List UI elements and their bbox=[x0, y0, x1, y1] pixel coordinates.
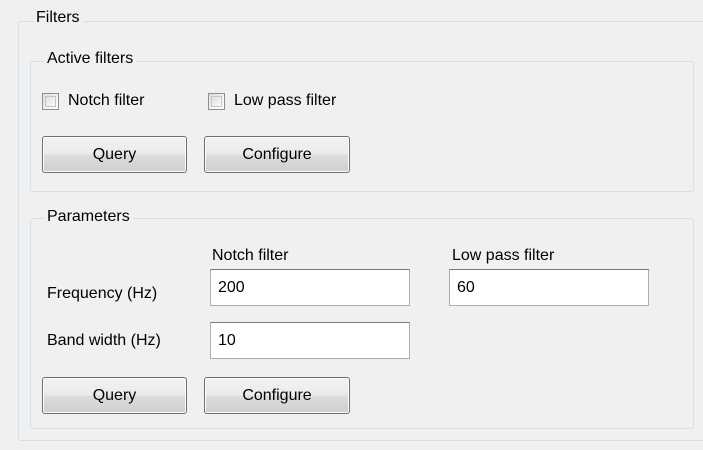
active-filters-groupbox-title: Active filters bbox=[44, 50, 137, 68]
notch-filter-checkbox-label: Notch filter bbox=[68, 92, 145, 109]
bandwidth-label: Band width (Hz) bbox=[47, 332, 161, 349]
active-filters-configure-button[interactable]: Configure bbox=[204, 136, 350, 173]
checkbox-icon[interactable] bbox=[42, 92, 59, 110]
frequency-label: Frequency (Hz) bbox=[47, 285, 158, 302]
parameters-configure-button[interactable]: Configure bbox=[204, 377, 350, 414]
low-pass-frequency-input[interactable] bbox=[449, 269, 649, 306]
notch-filter-column-header: Notch filter bbox=[212, 247, 289, 264]
notch-frequency-input[interactable] bbox=[210, 269, 410, 306]
low-pass-filter-checkbox-label: Low pass filter bbox=[234, 92, 337, 109]
low-pass-filter-column-header: Low pass filter bbox=[452, 247, 555, 264]
parameters-query-button[interactable]: Query bbox=[42, 377, 187, 414]
active-filters-query-button[interactable]: Query bbox=[42, 136, 187, 173]
low-pass-filter-checkbox[interactable]: Low pass filter bbox=[208, 90, 336, 112]
checkbox-icon[interactable] bbox=[208, 92, 225, 110]
notch-bandwidth-input[interactable] bbox=[210, 322, 410, 359]
notch-filter-checkbox[interactable]: Notch filter bbox=[42, 90, 144, 112]
parameters-groupbox-title: Parameters bbox=[44, 208, 133, 226]
filters-groupbox-title: Filters bbox=[33, 9, 83, 27]
